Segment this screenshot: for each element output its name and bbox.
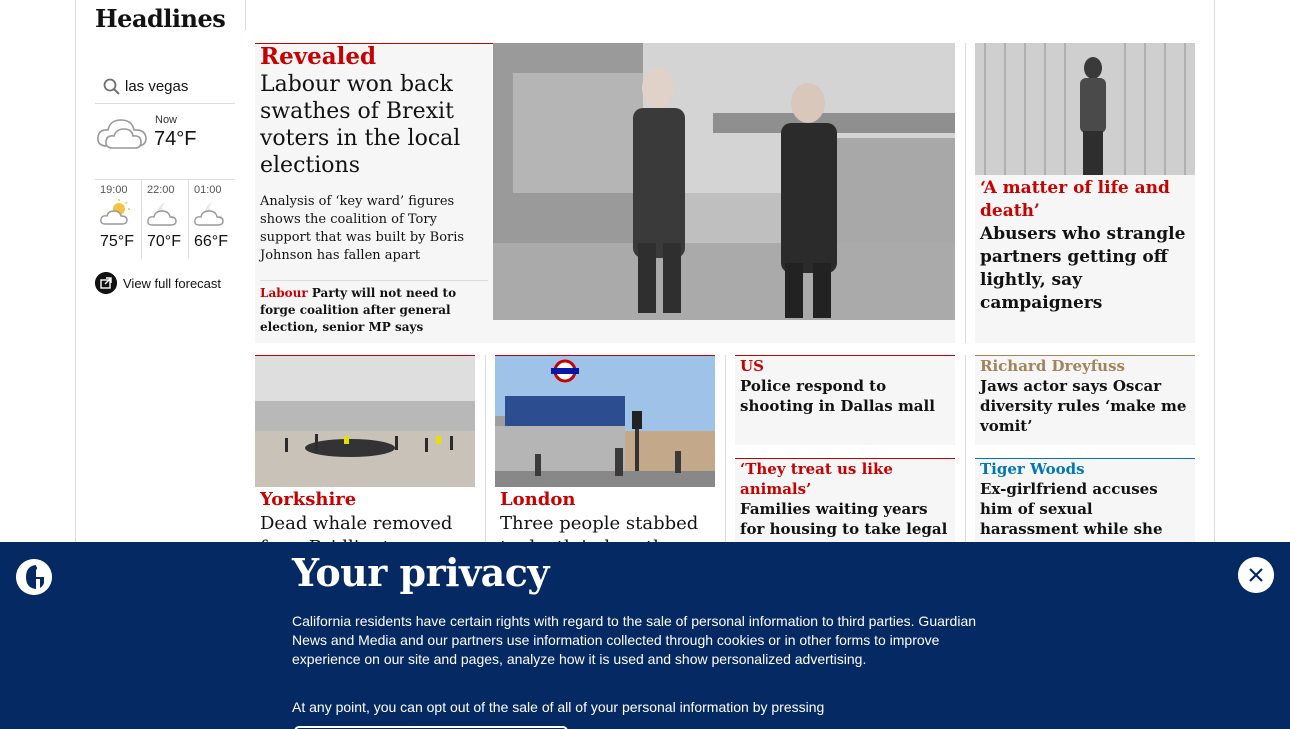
search-icon: [103, 78, 120, 95]
us-kicker: US: [740, 357, 764, 375]
weather-now-label: Now: [155, 114, 178, 126]
close-icon[interactable]: [1238, 557, 1274, 593]
section-title: Headlines: [95, 4, 226, 33]
housing-story-text[interactable]: ‘They treat us like animals’ Families wa…: [740, 459, 952, 539]
privacy-title: Your privacy: [292, 550, 550, 595]
privacy-banner: Your privacy California residents have c…: [0, 542, 1290, 729]
whale-photo[interactable]: [255, 356, 475, 487]
lead-kicker: Revealed: [260, 43, 377, 70]
dreyfuss-kicker: Richard Dreyfuss: [980, 357, 1125, 375]
london-kicker: London: [500, 489, 576, 510]
forecast-slot: 19:00 75°F: [95, 180, 142, 259]
lead-photo[interactable]: [493, 43, 955, 320]
lead-sublink[interactable]: Labour Party will not need to forge coal…: [260, 280, 488, 336]
side-story-photo[interactable]: [975, 43, 1195, 175]
view-full-forecast-link[interactable]: View full forecast: [95, 272, 221, 294]
forecast-slot: 01:00 66°F: [189, 180, 235, 259]
external-link-icon: [95, 272, 117, 294]
lead-standfirst: Analysis of ‘key ward’ figures shows the…: [260, 194, 465, 263]
weather-forecast: 19:00 75°F 22:00 70°F 01:00 66°F: [95, 179, 235, 259]
side-story-image: [975, 43, 1195, 175]
us-story-text[interactable]: US Police respond to shooting in Dallas …: [740, 356, 952, 416]
column-divider: [485, 355, 486, 545]
us-headline: Police respond to shooting in Dallas mal…: [740, 377, 935, 415]
forecast-time: 22:00: [147, 184, 175, 196]
london-photo[interactable]: [495, 356, 715, 487]
cloudy-night-icon: [194, 202, 224, 226]
forecast-temp: 75°F: [100, 233, 134, 250]
london-image: [495, 356, 715, 487]
housing-kicker: ‘They treat us like animals’: [740, 460, 893, 498]
tiger-woods-kicker: Tiger Woods: [980, 460, 1085, 478]
forecast-temp: 66°F: [194, 233, 228, 250]
side-story-text[interactable]: ‘A matter of life and death’ Abusers who…: [980, 177, 1190, 315]
side-story-headline: Abusers who strangle partners getting of…: [980, 224, 1186, 313]
column-divider: [725, 355, 726, 545]
dreyfuss-headline: Jaws actor says Oscar diversity rules ‘m…: [980, 377, 1187, 435]
privacy-paragraph: California residents have certain rights…: [292, 613, 977, 667]
lead-photo-image: [493, 43, 955, 320]
side-story-kicker: ‘A matter of life and death’: [980, 178, 1170, 221]
view-full-forecast-label: View full forecast: [123, 275, 222, 291]
weather-now-temp: 74°F: [154, 128, 197, 150]
yorkshire-kicker: Yorkshire: [260, 489, 357, 510]
forecast-temp: 70°F: [147, 233, 181, 250]
lead-headline[interactable]: Labour won back swathes of Brexit voters…: [260, 71, 485, 179]
forecast-time: 19:00: [100, 184, 128, 196]
column-divider: [965, 355, 966, 545]
privacy-opt-out-text: At any point, you can opt out of the sal…: [292, 699, 825, 715]
whale-image: [255, 356, 475, 487]
partly-sunny-icon: [100, 199, 130, 225]
weather-location-search[interactable]: las vegas: [95, 70, 235, 104]
cloudy-night-icon: [147, 202, 177, 226]
column-divider: [965, 43, 966, 343]
weather-location-text: las vegas: [125, 78, 189, 95]
dreyfuss-story-text[interactable]: Richard Dreyfuss Jaws actor says Oscar d…: [980, 356, 1192, 436]
weather-now: Now 74°F: [95, 112, 235, 178]
housing-headline: Families waiting years for housing to ta…: [740, 500, 948, 538]
header-divider: [245, 0, 246, 30]
guardian-logo-icon: [16, 559, 52, 595]
forecast-slot: 22:00 70°F: [142, 180, 189, 259]
lead-sub-kicker: Labour: [260, 286, 308, 300]
forecast-time: 01:00: [194, 184, 222, 196]
cloudy-icon: [97, 119, 147, 149]
